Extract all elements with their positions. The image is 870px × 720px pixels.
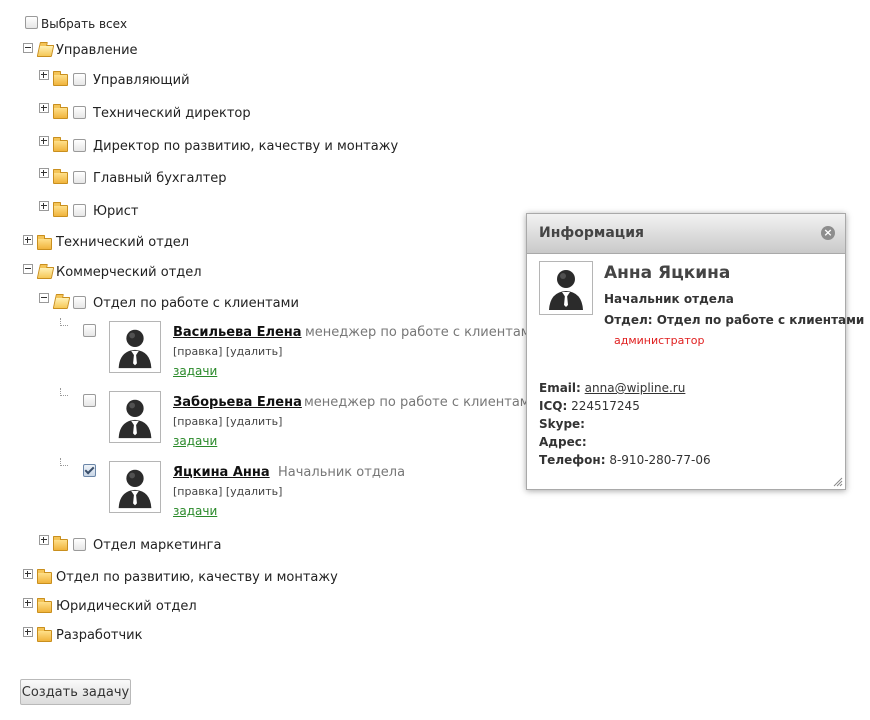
folder-icon <box>37 627 52 642</box>
folder-icon <box>37 569 52 584</box>
node-checkbox[interactable] <box>73 73 86 86</box>
icq-row: ICQ: 224517245 <box>539 399 640 413</box>
expand-icon[interactable] <box>39 136 49 146</box>
phone-label: Телефон: <box>539 453 606 467</box>
expand-icon[interactable] <box>39 535 49 545</box>
node-checkbox[interactable] <box>73 106 86 119</box>
skype-row: Skype: <box>539 417 585 431</box>
expand-icon[interactable] <box>39 168 49 178</box>
delete-link[interactable]: [удалить] <box>226 485 283 498</box>
tree-node-tech-director[interactable]: Технический директор <box>93 106 251 121</box>
admin-badge: администратор <box>614 334 705 347</box>
employee-actions: [правка] [удалить] <box>173 345 282 358</box>
tree-connector <box>60 458 68 466</box>
employee-name[interactable]: Заборьева Елена <box>173 395 302 410</box>
employee-actions: [правка] [удалить] <box>173 415 282 428</box>
folder-icon <box>53 71 68 86</box>
expand-icon[interactable] <box>23 235 33 245</box>
employee-name[interactable]: Яцкина Анна <box>173 465 270 480</box>
delete-link[interactable]: [удалить] <box>226 345 283 358</box>
tree-node-lawyer[interactable]: Юрист <box>93 204 138 219</box>
phone-row: Телефон: 8-910-280-77-06 <box>539 453 711 467</box>
node-checkbox[interactable] <box>73 538 86 551</box>
tree-node-commercial[interactable]: Коммерческий отдел <box>56 265 202 280</box>
resize-grip-icon[interactable] <box>833 477 843 487</box>
collapse-icon[interactable] <box>39 293 49 303</box>
avatar <box>109 461 161 513</box>
node-checkbox[interactable] <box>73 204 86 217</box>
popup-header[interactable]: Информация × <box>527 214 845 254</box>
folder-open-icon <box>36 45 55 57</box>
collapse-icon[interactable] <box>23 264 33 274</box>
tree-node-chief-accountant[interactable]: Главный бухгалтер <box>93 171 227 186</box>
create-task-button[interactable]: Создать задачу <box>20 679 131 705</box>
tree-node-dev-director[interactable]: Директор по развитию, качеству и монтажу <box>93 139 398 154</box>
info-popup: Информация × Анна Яцкина Начальник отдел… <box>526 213 864 490</box>
popup-title: Информация <box>539 225 644 241</box>
folder-icon <box>53 137 68 152</box>
address-label: Адрес: <box>539 435 587 449</box>
folder-open-icon <box>36 267 55 279</box>
tree-node-developer[interactable]: Разработчик <box>56 628 142 643</box>
phone-value: 8-910-280-77-06 <box>609 453 711 467</box>
tree-node-dev-dept[interactable]: Отдел по развитию, качеству и монтажу <box>56 570 338 585</box>
folder-icon <box>37 235 52 250</box>
collapse-icon[interactable] <box>23 43 33 53</box>
icq-value: 224517245 <box>571 399 640 413</box>
employee-checkbox[interactable] <box>83 394 96 407</box>
folder-icon <box>53 169 68 184</box>
email-label: Email: <box>539 381 581 395</box>
employee-name[interactable]: Васильева Елена <box>173 325 302 340</box>
skype-label: Skype: <box>539 417 585 431</box>
tree-node-legal-dept[interactable]: Юридический отдел <box>56 599 197 614</box>
expand-icon[interactable] <box>23 598 33 608</box>
close-icon[interactable]: × <box>821 226 835 240</box>
avatar <box>109 391 161 443</box>
avatar <box>109 321 161 373</box>
tree-node-manager[interactable]: Управляющий <box>93 73 190 88</box>
edit-link[interactable]: [правка] <box>173 415 222 428</box>
tree-connector <box>60 318 68 326</box>
tasks-link[interactable]: задачи <box>173 504 217 518</box>
node-checkbox[interactable] <box>73 171 86 184</box>
edit-link[interactable]: [правка] <box>173 485 222 498</box>
folder-open-icon <box>52 297 71 309</box>
tree-node-management[interactable]: Управление <box>56 43 138 58</box>
select-all-checkbox[interactable] <box>25 16 38 29</box>
edit-link[interactable]: [правка] <box>173 345 222 358</box>
employee-role: менеджер по работе с клиентами <box>304 395 539 410</box>
employee-role: Начальник отдела <box>278 465 406 480</box>
tree-node-marketing[interactable]: Отдел маркетинга <box>93 538 221 553</box>
expand-icon[interactable] <box>39 70 49 80</box>
folder-icon <box>53 104 68 119</box>
email-row: Email: anna@wipline.ru <box>539 381 685 395</box>
node-checkbox[interactable] <box>73 139 86 152</box>
folder-icon <box>53 536 68 551</box>
email-link[interactable]: anna@wipline.ru <box>585 381 686 395</box>
folder-icon <box>53 202 68 217</box>
expand-icon[interactable] <box>39 201 49 211</box>
tree-node-client-dept[interactable]: Отдел по работе с клиентами <box>93 296 299 311</box>
employee-checkbox[interactable] <box>83 464 96 477</box>
tree-node-tech-dept[interactable]: Технический отдел <box>56 235 189 250</box>
employee-role: менеджер по работе с клиентами <box>305 325 540 340</box>
popup-person-name: Анна Яцкина <box>604 263 731 283</box>
tree-connector <box>60 388 68 396</box>
tasks-link[interactable]: задачи <box>173 364 217 378</box>
expand-icon[interactable] <box>23 569 33 579</box>
popup-department: Отдел: Отдел по работе с клиентами <box>604 313 865 327</box>
node-checkbox[interactable] <box>73 296 86 309</box>
expand-icon[interactable] <box>39 103 49 113</box>
popup-position: Начальник отдела <box>604 292 734 306</box>
tasks-link[interactable]: задачи <box>173 434 217 448</box>
avatar <box>539 261 593 315</box>
expand-icon[interactable] <box>23 627 33 637</box>
select-all-label: Выбрать всех <box>41 17 128 31</box>
delete-link[interactable]: [удалить] <box>226 415 283 428</box>
employee-checkbox[interactable] <box>83 324 96 337</box>
address-row: Адрес: <box>539 435 587 449</box>
employee-actions: [правка] [удалить] <box>173 485 282 498</box>
folder-icon <box>37 598 52 613</box>
icq-label: ICQ: <box>539 399 568 413</box>
